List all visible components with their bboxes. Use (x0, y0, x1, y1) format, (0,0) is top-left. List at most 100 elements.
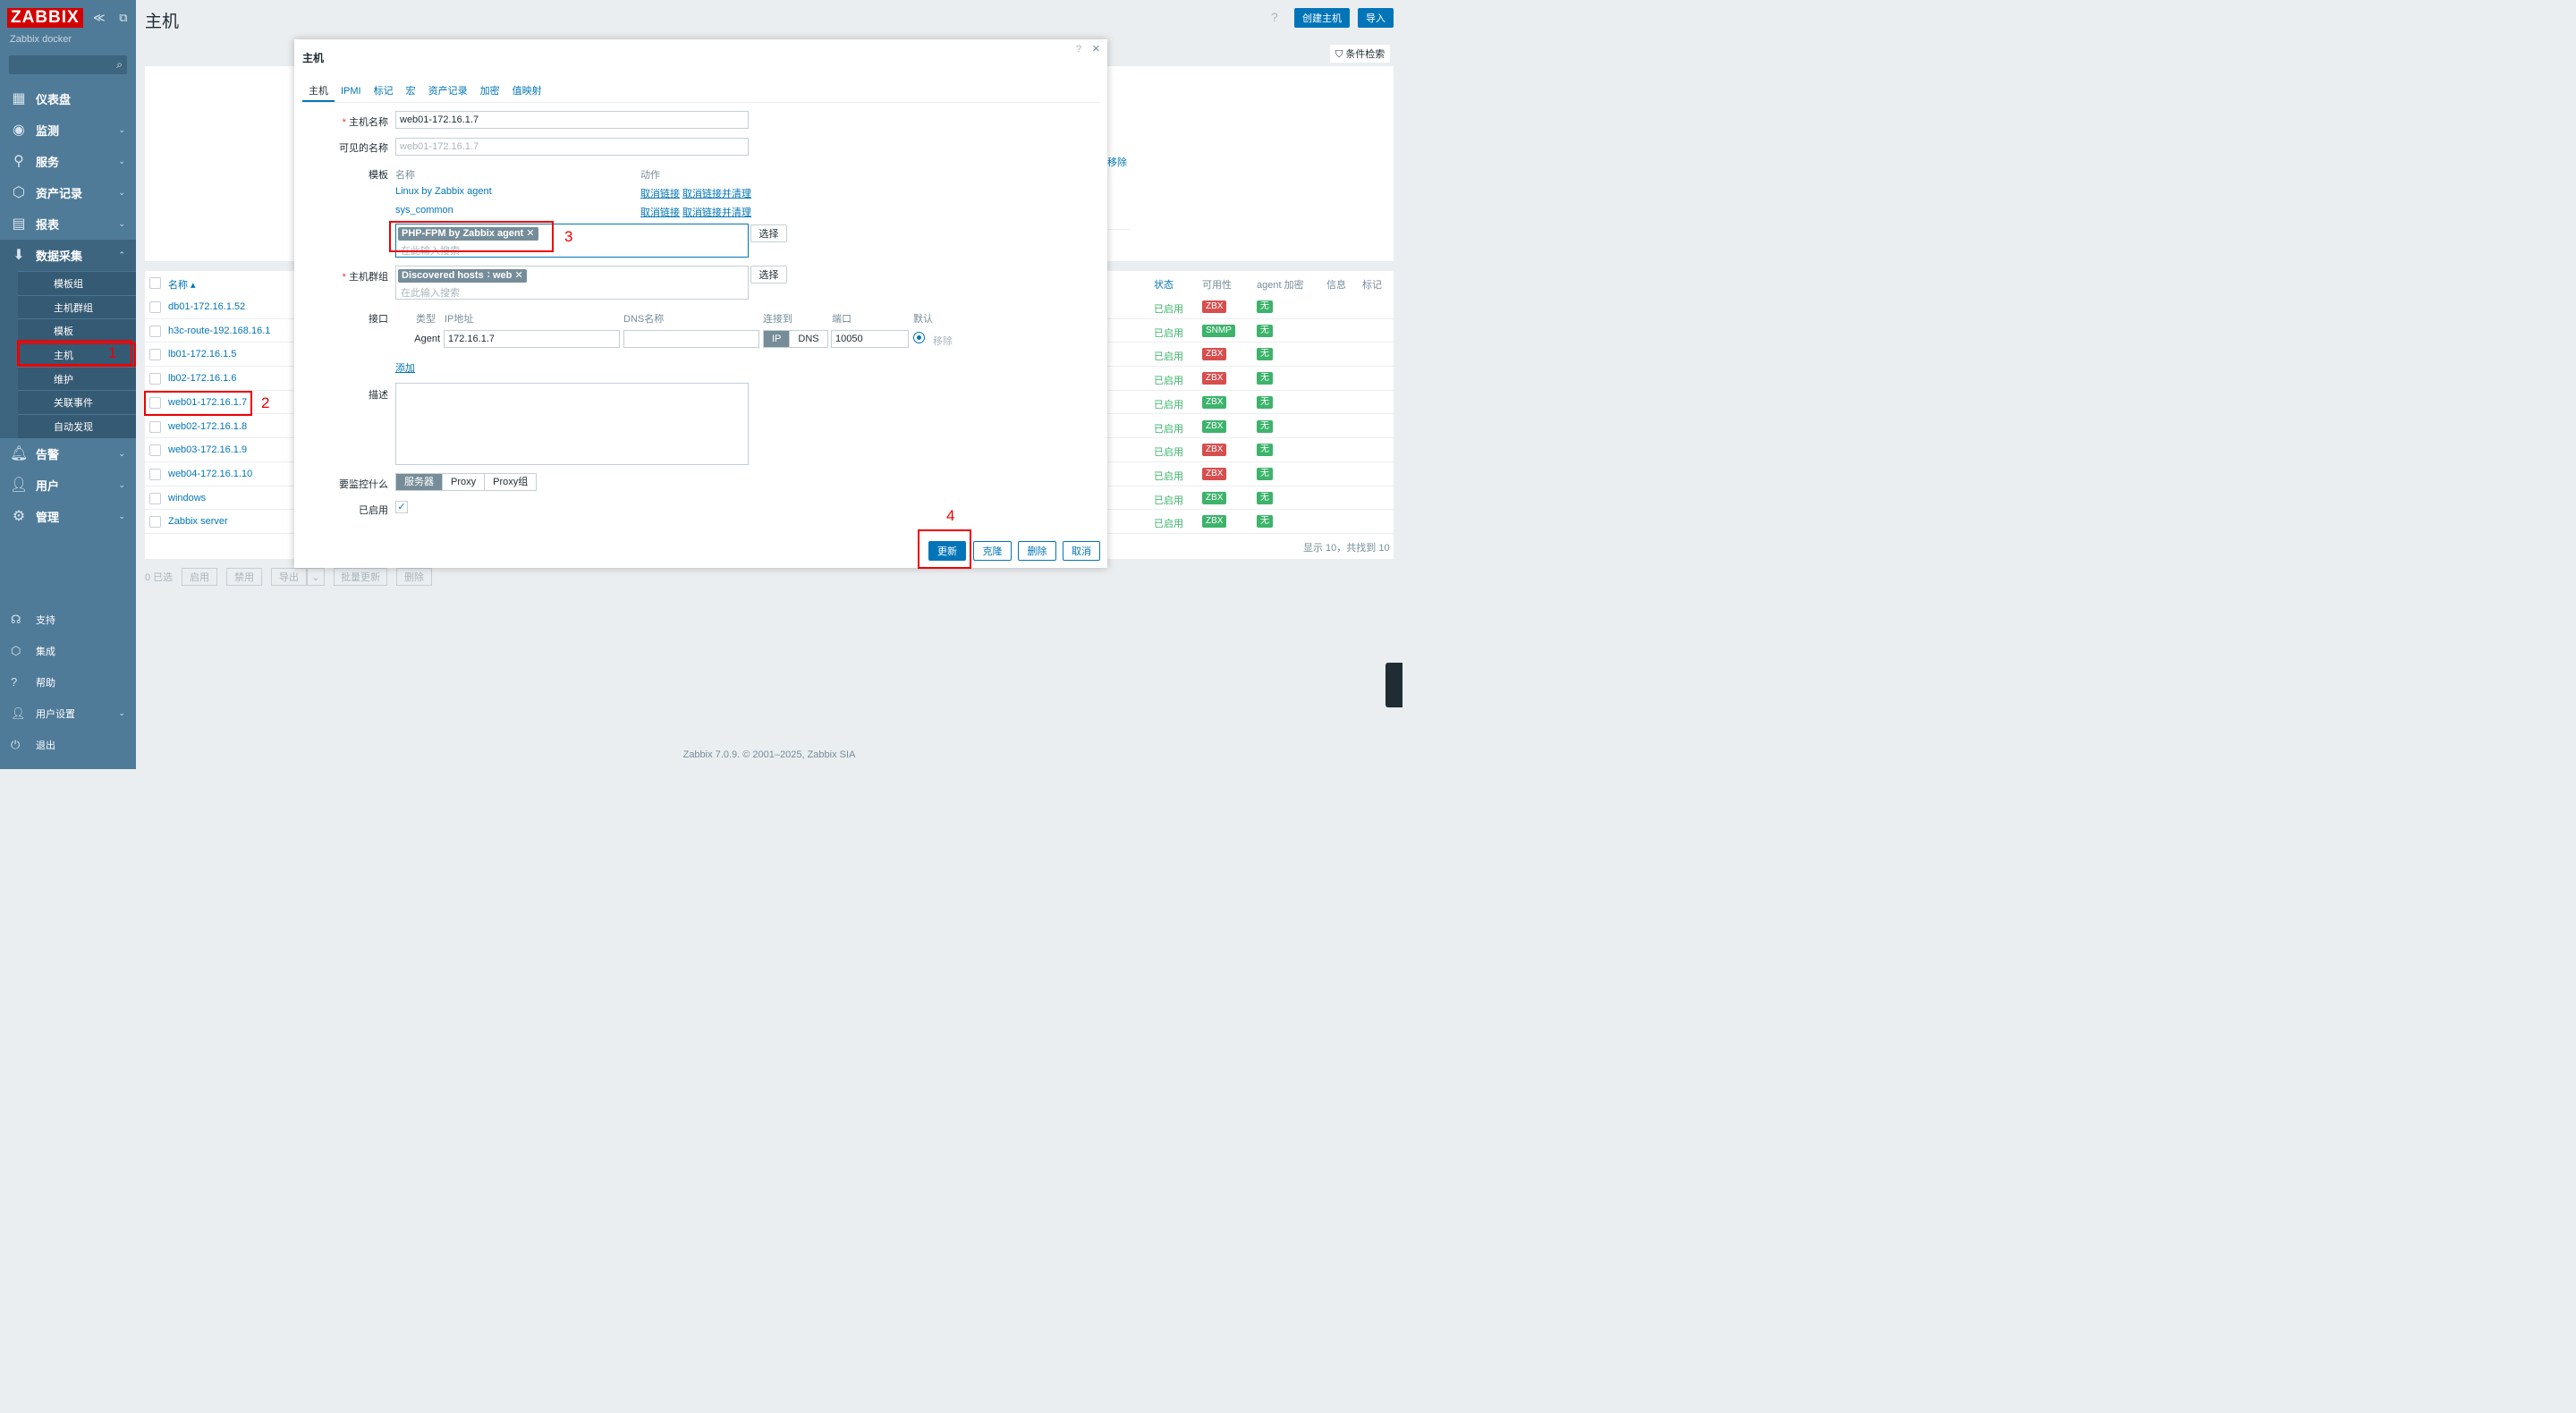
row-checkbox[interactable] (149, 301, 161, 313)
tab-ipmi[interactable]: IPMI (335, 84, 368, 102)
connect-ip-button[interactable]: IP (764, 331, 790, 347)
mass-update-button[interactable]: 批量更新 (334, 568, 387, 586)
clone-button[interactable]: 克隆 (973, 541, 1012, 561)
interface-remove-link[interactable]: 移除 (933, 334, 953, 348)
host-name-link[interactable]: web04-172.16.1.10 (168, 469, 252, 479)
filter-toggle[interactable]: ⛉ 条件检索 (1330, 45, 1391, 63)
template-link-sys-common[interactable]: sys_common (395, 205, 453, 216)
monitored-by-proxy-group[interactable]: Proxy组 (484, 474, 536, 490)
collapse-sidebar-icon[interactable]: ≪ ⧉ (93, 11, 133, 25)
menu-item-monitoring[interactable]: ◉ 监测 ⌄ (0, 114, 136, 146)
status-badge[interactable]: 已启用 (1154, 444, 1183, 459)
host-name-link[interactable]: web02-172.16.1.8 (168, 421, 247, 432)
tab-tags[interactable]: 标记 (368, 84, 400, 102)
close-icon[interactable]: × (1092, 41, 1100, 56)
row-checkbox[interactable] (149, 516, 161, 529)
host-groups-multiselect[interactable]: Discovered hosts ✕ web ✕ 在此输入搜索 (395, 266, 749, 300)
submenu-discovery[interactable]: 自动发现 (18, 414, 136, 438)
submenu-maintenance[interactable]: 维护 (18, 366, 136, 391)
submenu-template-groups[interactable]: 模板组 (18, 271, 136, 295)
host-name-link[interactable]: Zabbix server (168, 516, 228, 527)
description-textarea[interactable] (395, 383, 749, 465)
row-checkbox[interactable] (149, 492, 161, 504)
interface-port-input[interactable]: 10050 (831, 330, 909, 348)
group-chip-discovered-hosts[interactable]: Discovered hosts ✕ (398, 269, 498, 283)
tab-value-mapping[interactable]: 值映射 (506, 84, 548, 102)
menu-item-data-collection[interactable]: ⬇ 数据采集 ⌃ (0, 240, 136, 271)
filter-remove-link[interactable]: 移除 (1107, 155, 1127, 169)
sidebar-search-input[interactable]: ⌕ (9, 55, 127, 74)
status-badge[interactable]: 已启用 (1154, 373, 1183, 387)
host-name-link[interactable]: windows (168, 493, 206, 503)
tab-inventory[interactable]: 资产记录 (422, 84, 474, 102)
menu-item-alerts[interactable]: 🔔︎ 告警 ⌄ (0, 438, 136, 470)
help-icon[interactable]: ? (1271, 10, 1278, 24)
interface-ip-input[interactable]: 172.16.1.7 (444, 330, 620, 348)
menu-item-users[interactable]: 👤︎ 用户 ⌄ (0, 470, 136, 501)
mass-disable-button[interactable]: 禁用 (226, 568, 262, 586)
column-status[interactable]: 状态 (1154, 277, 1174, 292)
submenu-host-groups[interactable]: 主机群组 (18, 294, 136, 319)
help-icon[interactable]: ? (1076, 44, 1081, 55)
zabbix-logo[interactable]: ZABBIX (7, 8, 83, 28)
delete-button[interactable]: 删除 (1018, 541, 1056, 561)
host-name-link[interactable]: db01-172.16.1.52 (168, 301, 245, 312)
row-checkbox[interactable] (149, 420, 161, 433)
host-name-link[interactable]: h3c-route-192.168.16.1 (168, 326, 270, 336)
mass-delete-button[interactable]: 删除 (396, 568, 432, 586)
tab-host[interactable]: 主机 (302, 84, 335, 102)
unlink-button[interactable]: 取消链接 (640, 186, 680, 200)
connect-dns-button[interactable]: DNS (789, 331, 826, 347)
row-checkbox[interactable] (149, 373, 161, 385)
create-host-button[interactable]: 创建主机 (1294, 8, 1350, 28)
status-badge[interactable]: 已启用 (1154, 349, 1183, 363)
unlink-clear-button[interactable]: 取消链接并清理 (682, 205, 751, 219)
menu-item-help[interactable]: ? 帮助 (0, 666, 136, 698)
host-name-link[interactable]: web03-172.16.1.9 (168, 444, 247, 455)
interface-dns-input[interactable] (623, 330, 759, 348)
monitored-by-proxy[interactable]: Proxy (442, 474, 484, 490)
status-badge[interactable]: 已启用 (1154, 469, 1183, 483)
cancel-button[interactable]: 取消 (1063, 541, 1100, 561)
menu-item-dashboard[interactable]: ▦ 仪表盘 (0, 83, 136, 114)
status-badge[interactable]: 已启用 (1154, 397, 1183, 411)
tab-encryption[interactable]: 加密 (474, 84, 506, 102)
default-interface-radio[interactable] (913, 332, 925, 343)
row-checkbox[interactable] (149, 349, 161, 361)
template-select-button[interactable]: 选择 (750, 224, 787, 242)
menu-item-administration[interactable]: ⚙ 管理 ⌄ (0, 501, 136, 532)
menu-item-reports[interactable]: ▤ 报表 ⌄ (0, 208, 136, 240)
enabled-checkbox[interactable]: ✓ (395, 501, 408, 513)
mass-export-button[interactable]: 导出 (271, 568, 307, 586)
unlink-clear-button[interactable]: 取消链接并清理 (682, 186, 751, 200)
mass-enable-button[interactable]: 启用 (182, 568, 217, 586)
search-icon[interactable]: ⌕ (116, 58, 123, 72)
visible-name-input[interactable]: web01-172.16.1.7 (395, 138, 749, 156)
unlink-button[interactable]: 取消链接 (640, 205, 680, 219)
menu-item-user-settings[interactable]: 👤︎ 用户设置 ⌄ (0, 698, 136, 729)
group-select-button[interactable]: 选择 (750, 266, 787, 283)
menu-item-support[interactable]: ☊ 支持 (0, 604, 136, 635)
add-interface-link[interactable]: 添加 (395, 360, 415, 375)
host-name-link[interactable]: lb01-172.16.1.5 (168, 349, 236, 360)
select-all-checkbox[interactable] (149, 277, 161, 289)
import-button[interactable]: 导入 (1358, 8, 1394, 28)
template-link-linux[interactable]: Linux by Zabbix agent (395, 186, 492, 197)
status-badge[interactable]: 已启用 (1154, 516, 1183, 530)
mass-export-dropdown[interactable]: ⌄ (307, 568, 325, 586)
status-badge[interactable]: 已启用 (1154, 493, 1183, 507)
side-drawer-handle[interactable] (1385, 663, 1402, 707)
row-checkbox[interactable] (149, 444, 161, 457)
column-name[interactable]: 名称 ▴ (168, 277, 196, 292)
status-badge[interactable]: 已启用 (1154, 326, 1183, 340)
row-checkbox[interactable] (149, 325, 161, 337)
submenu-event-correlation[interactable]: 关联事件 (18, 390, 136, 415)
group-search-input[interactable]: 在此输入搜索 (401, 285, 460, 300)
host-name-link[interactable]: lb02-172.16.1.6 (168, 373, 236, 384)
menu-item-integrations[interactable]: ⬡ 集成 (0, 635, 136, 666)
status-badge[interactable]: 已启用 (1154, 301, 1183, 316)
group-chip-web[interactable]: web ✕ (489, 269, 527, 283)
menu-item-inventory[interactable]: ⬡ 资产记录 ⌄ (0, 177, 136, 208)
menu-item-services[interactable]: ⚲ 服务 ⌄ (0, 146, 136, 177)
monitored-by-server[interactable]: 服务器 (396, 474, 442, 490)
